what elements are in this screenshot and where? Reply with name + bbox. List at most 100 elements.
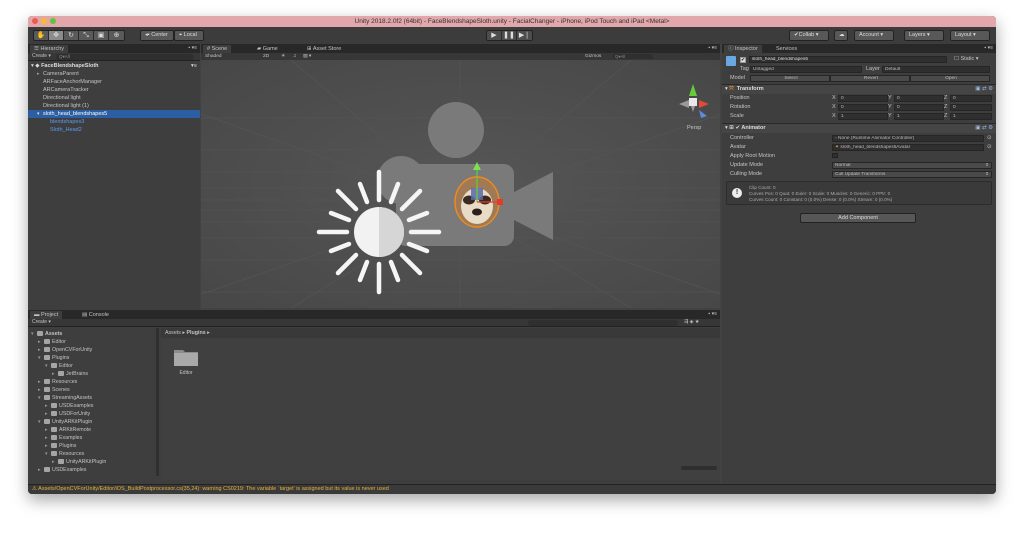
add-component-button[interactable]: Add Component — [800, 213, 916, 223]
filter-icons[interactable]: ⇶ ◈ ★ — [684, 319, 699, 326]
scale-tool-icon[interactable]: ⤡ — [79, 31, 94, 40]
directional-light-icon[interactable] — [316, 169, 442, 295]
2d-toggle[interactable]: 2D — [263, 53, 269, 60]
hierarchy-item[interactable]: blendshapes3 — [28, 118, 200, 126]
tree-scrollbar[interactable] — [156, 328, 159, 476]
pause-icon[interactable]: ❚❚ — [502, 31, 517, 40]
transform-tool-icon[interactable]: ⊕ — [109, 31, 124, 40]
move-tool-icon[interactable]: ✥ — [49, 31, 64, 40]
gizmos-dropdown[interactable]: Gizmos — [585, 53, 601, 60]
foldout-arrow-icon[interactable]: ▾ — [725, 86, 728, 92]
project-tree-item[interactable]: ▾ Editor — [45, 362, 73, 370]
static-checkbox[interactable]: ☐ Static ▾ — [954, 56, 979, 62]
transform-component-header[interactable]: ▾ ⤧ Transform ▣ ⇄ ⚙ — [722, 84, 996, 94]
model-select-button[interactable]: Select — [750, 75, 830, 82]
hierarchy-item[interactable]: ARFaceAnchorManager — [28, 78, 200, 86]
panel-menu-icon[interactable]: ▪ ▾≡ — [708, 311, 717, 317]
tab-scene[interactable]: # Scene — [203, 45, 232, 53]
project-tree-item[interactable]: ▸ Plugins — [45, 442, 76, 450]
panel-menu-icon[interactable]: ▪ ▾≡ — [984, 45, 993, 51]
scale-z-field[interactable]: 1 — [950, 113, 992, 120]
step-icon[interactable]: ▶❘ — [517, 31, 532, 40]
project-tree-item[interactable]: ▸ USDForUnity — [45, 410, 90, 418]
layers-dropdown[interactable]: Layers ▾ — [904, 30, 944, 41]
maximize-window-button[interactable] — [50, 18, 56, 24]
position-x-field[interactable]: 0 — [838, 95, 888, 102]
hierarchy-search-input[interactable]: Q▾All — [56, 54, 194, 60]
tab-hierarchy[interactable]: ☰ Hierarchy — [30, 45, 69, 53]
close-window-button[interactable] — [32, 18, 38, 24]
scene-root-row[interactable]: ▾ ◆ FaceBlendshapeSloth ▾≡ — [28, 62, 200, 70]
asset-folder-item[interactable]: Editor — [171, 346, 201, 376]
animator-component-header[interactable]: ▾ ⊞ ✔ Animator ▣ ⇄ ⚙ — [722, 123, 996, 133]
rotation-y-field[interactable]: 0 — [894, 104, 944, 111]
culling-mode-dropdown[interactable]: Cull Update Transforms ⇕ — [832, 171, 992, 178]
project-tree-item[interactable]: ▸ UnityARKitPlugin — [52, 458, 106, 466]
play-icon[interactable]: ▶ — [487, 31, 502, 40]
scene-menu-icon[interactable]: ▾≡ — [191, 62, 197, 70]
active-checkbox[interactable]: ✔ — [740, 57, 746, 63]
hierarchy-item[interactable]: ARCameraTracker — [28, 86, 200, 94]
panel-menu-icon[interactable]: ▪ ▾≡ — [708, 45, 717, 51]
enabled-checkbox[interactable]: ✔ — [735, 125, 740, 131]
hierarchy-item[interactable]: Directional light (1) — [28, 102, 200, 110]
object-picker-icon[interactable]: ⊙ — [987, 135, 992, 141]
breadcrumb-assets[interactable]: Assets — [165, 330, 181, 336]
audio-toggle-icon[interactable]: ♫ — [293, 53, 297, 60]
layout-dropdown[interactable]: Layout ▾ — [950, 30, 990, 41]
project-create-button[interactable]: Create — [32, 319, 47, 325]
hierarchy-item[interactable]: Directional light — [28, 94, 200, 102]
tag-dropdown[interactable]: Untagged — [750, 66, 862, 73]
hierarchy-item[interactable]: ▸ CameraParent — [28, 70, 200, 78]
tab-inspector[interactable]: ⓘ Inspector — [724, 45, 762, 53]
project-tree-item[interactable]: ▾ UnityARKitPlugin — [38, 418, 92, 426]
position-y-field[interactable]: 0 — [894, 95, 944, 102]
pivot-local-button[interactable]: ⌖ Local — [174, 30, 204, 41]
project-tree-item[interactable]: ▸ Resources — [38, 378, 77, 386]
foldout-arrow-icon[interactable]: ▾ — [725, 125, 728, 131]
collab-button[interactable]: ✔Collab ▾ — [789, 30, 829, 41]
tab-asset-store[interactable]: ⊞ Asset Store — [303, 45, 345, 53]
effects-icon[interactable]: ▨ ▾ — [303, 53, 311, 60]
project-tree-item[interactable]: ▾ Assets — [31, 330, 62, 338]
scale-y-field[interactable]: 1 — [894, 113, 944, 120]
update-mode-dropdown[interactable]: Normal ⇕ — [832, 162, 992, 169]
project-tree-item[interactable]: ▸ Scenes — [38, 386, 70, 394]
project-search-input[interactable] — [528, 320, 678, 326]
avatar-field[interactable]: ✦ sloth_head_blendshapes5Avatar — [832, 144, 984, 151]
shading-mode-dropdown[interactable]: Shaded — [205, 54, 222, 59]
account-dropdown[interactable]: Account ▾ — [854, 30, 894, 41]
tab-services[interactable]: Services — [772, 45, 801, 53]
project-tree-item[interactable]: ▸ USDExamples — [45, 402, 93, 410]
model-open-button[interactable]: Open — [910, 75, 990, 82]
minimize-window-button[interactable] — [41, 18, 47, 24]
layer-dropdown[interactable]: Default — [882, 66, 990, 73]
icon-size-slider[interactable] — [681, 466, 717, 470]
project-tree-item[interactable]: ▸ Examples — [45, 434, 82, 442]
lighting-toggle-icon[interactable]: ☀ — [281, 53, 285, 60]
tab-game[interactable]: ▰ Game — [253, 45, 282, 53]
scene-search-input[interactable]: Q▾All — [613, 54, 653, 59]
tab-project[interactable]: ▬ Project — [30, 311, 63, 319]
component-menu-icon[interactable]: ▣ ⇄ ⚙ — [975, 85, 993, 94]
breadcrumb-plugins[interactable]: Plugins — [187, 330, 206, 336]
project-tree-item[interactable]: ▸ Editor — [38, 338, 66, 346]
rotation-z-field[interactable]: 0 — [950, 104, 992, 111]
rotation-x-field[interactable]: 0 — [838, 104, 888, 111]
hand-tool-icon[interactable]: ✋ — [34, 31, 49, 40]
status-bar[interactable]: ⚠ Assets/OpenCVForUnity/Editor/iOS_Build… — [28, 484, 996, 494]
project-tree-item[interactable]: ▸ OpenCVForUnity — [38, 346, 92, 354]
hierarchy-item-selected[interactable]: ▾ sloth_head_blendshapes5 — [28, 110, 200, 118]
rotate-tool-icon[interactable]: ↻ — [64, 31, 79, 40]
panel-menu-icon[interactable]: ▪ ▾≡ — [188, 45, 197, 51]
controller-field[interactable]: ▫ None (Runtime Animator Controller) — [832, 135, 984, 142]
rect-tool-icon[interactable]: ▣ — [94, 31, 109, 40]
project-tree-item[interactable]: ▸ JetBrains — [52, 370, 88, 378]
hierarchy-create-button[interactable]: Create — [32, 53, 47, 59]
pivot-center-button[interactable]: ◂▪ Center — [140, 30, 174, 41]
root-motion-checkbox[interactable] — [832, 153, 838, 158]
cloud-icon[interactable]: ☁ — [834, 30, 848, 41]
component-menu-icon[interactable]: ▣ ⇄ ⚙ — [975, 124, 993, 133]
object-picker-icon[interactable]: ⊙ — [987, 144, 992, 150]
project-tree-item[interactable]: ▾ Resources — [45, 450, 84, 458]
